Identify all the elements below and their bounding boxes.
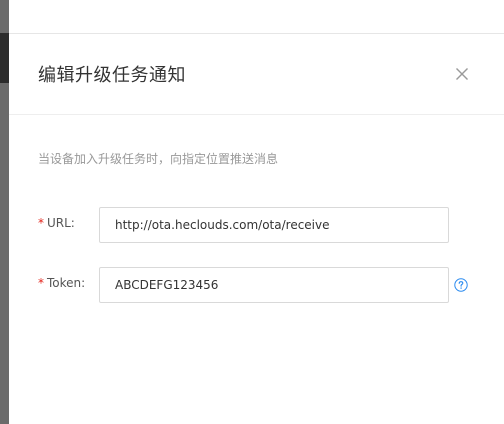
token-help-button[interactable] [454,278,468,292]
close-button[interactable] [453,65,471,83]
required-mark: * [38,276,44,290]
dialog-title: 编辑升级任务通知 [38,65,186,86]
dialog-description: 当设备加入升级任务时，向指定位置推送消息 [38,152,279,166]
url-label-group: * URL: [38,216,75,230]
form-row-token: * Token: [9,267,504,303]
required-mark: * [38,216,44,230]
edit-upgrade-notification-dialog: 编辑升级任务通知 当设备加入升级任务时，向指定位置推送消息 *URL: *Tok… [9,33,504,424]
close-icon [456,68,468,80]
form-row-url: * URL: [9,207,504,243]
dialog-header: 编辑升级任务通知 [9,34,504,115]
backdrop-header-band [0,33,9,83]
url-input[interactable] [99,207,449,243]
modal-backdrop[interactable] [0,0,9,424]
url-label: URL: [47,216,75,230]
question-circle-icon [454,278,468,292]
token-label: Token: [47,276,86,290]
token-label-group: * Token: [38,276,85,290]
page: 编辑升级任务通知 当设备加入升级任务时，向指定位置推送消息 *URL: *Tok… [0,0,504,424]
token-input[interactable] [99,267,449,303]
